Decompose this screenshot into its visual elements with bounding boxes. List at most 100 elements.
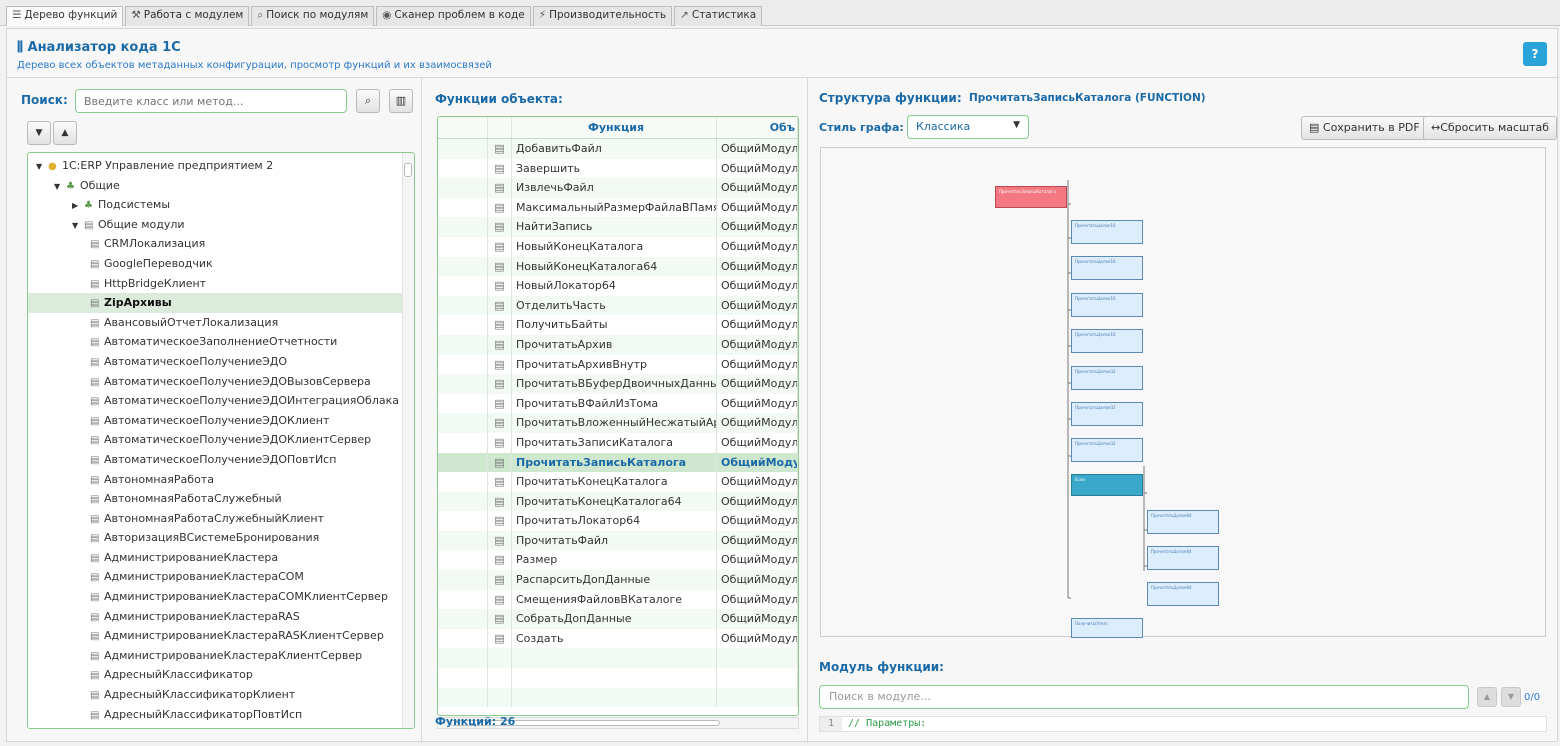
tree-item[interactable]: ▤ АвтономнаяРаботаСлужебный	[28, 489, 414, 509]
triangle-down-icon[interactable]: ▼	[36, 157, 48, 177]
clear-button[interactable]: ▥	[389, 89, 413, 113]
graph-node[interactable]: ПрочитатьЦелое64	[1147, 582, 1219, 606]
tab-6[interactable]: ↗ Статистика	[674, 6, 763, 26]
table-row[interactable]: ▤ ОтделитьЧасть ОбщийМодуль	[438, 295, 798, 316]
tab-5[interactable]: ⚡ Производительность	[532, 6, 673, 26]
table-row[interactable]: ▤ НовыйКонецКаталога ОбщийМодуль	[438, 236, 798, 257]
module-search-input[interactable]: Поиск в модуле...	[819, 685, 1469, 709]
triangle-down-icon[interactable]: ▼	[72, 216, 84, 236]
table-row[interactable]: ▤ ДобавитьФайл ОбщийМодуль	[438, 139, 798, 159]
tree-item[interactable]: ▤ CRMЛокализация	[28, 234, 414, 254]
graph-node[interactable]: ПрочитатьЦелое16	[1071, 293, 1143, 317]
grid-header-object[interactable]: Объ	[717, 117, 798, 138]
tree-item[interactable]: ▤ АдминистрированиеКластера	[28, 548, 414, 568]
prev-match-button[interactable]: ▲	[1477, 687, 1497, 707]
table-row[interactable]: ▤ МаксимальныйРазмерФайлаВПамяти ОбщийМоду…	[438, 197, 798, 218]
table-row[interactable]: ▤ НайтиЗапись ОбщийМодуль	[438, 217, 798, 237]
tab-1[interactable]: ☰ Дерево функций	[6, 6, 124, 26]
table-row[interactable]: ▤ Создать ОбщийМодуль	[438, 628, 798, 649]
tree-item[interactable]: ▤ АвансовыйОтчетЛокализация	[28, 313, 414, 333]
tree-item[interactable]: ▤ АвтоматическоеПолучениеЭДОИнтеграцияОбл…	[28, 391, 414, 411]
table-row[interactable]: ▤ ПрочитатьВложенныйНесжатыйАр... ОбщийМод…	[438, 413, 798, 433]
graph-node[interactable]: ПрочитатьЦелое64	[1147, 510, 1219, 534]
tree-item[interactable]: ▤ АдминистрированиеКластераRAS	[28, 607, 414, 627]
graph-node[interactable]: ПрочитатьЦелое64	[1147, 546, 1219, 570]
tree-scroll-thumb[interactable]	[404, 163, 412, 177]
table-row[interactable]: ▤ ПрочитатьКонецКаталога64 ОбщийМодуль	[438, 491, 798, 512]
tree-scrollbar[interactable]	[402, 153, 414, 728]
table-row[interactable]: ▤ РаспарситьДопДанные ОбщийМодуль	[438, 570, 798, 590]
tree-item[interactable]: ▤ АдминистрированиеКластераCOMКлиентСерве…	[28, 587, 414, 607]
tree-item[interactable]: ▼ ♣ Общие	[28, 176, 414, 196]
tree-item[interactable]: ▤ АдресныйКлассификаторПовтИсп	[28, 705, 414, 725]
tree-item[interactable]: ▤ АвтоматическоеПолучениеЭДОКлиент	[28, 411, 414, 431]
table-row[interactable]: ▤ СмещенияФайловВКаталоге ОбщийМодуль	[438, 589, 798, 610]
graph-node[interactable]: ПрочитатьЦелое16	[1071, 256, 1143, 280]
next-match-button[interactable]: ▼	[1501, 687, 1521, 707]
tree-item[interactable]: ▤ АвтоматическоеЗаполнениеОтчетности	[28, 332, 414, 352]
tree-item[interactable]: ▶ ♣ Подсистемы	[28, 195, 414, 215]
triangle-right-icon[interactable]: ▶	[72, 196, 84, 216]
search-button[interactable]: ⌕	[356, 89, 380, 113]
save-pdf-button[interactable]: ▤ Сохранить в PDF	[1301, 116, 1428, 140]
function-icon: ▤	[488, 334, 512, 355]
graph-style-select[interactable]: Классика ▼	[907, 115, 1029, 139]
function-icon: ▤	[488, 354, 512, 375]
function-name-cell: НовыйКонецКаталога	[512, 236, 717, 257]
tree-item[interactable]: ▤ АвтономнаяРабота	[28, 470, 414, 490]
tree-item[interactable]: ▤ АвтоматическоеПолучениеЭДО	[28, 352, 414, 372]
help-button[interactable]: ?	[1523, 42, 1547, 66]
graph-node[interactable]: ПрочитатьЦелое16	[1071, 220, 1143, 244]
graph-node[interactable]: ПрочитатьЦелое32	[1071, 366, 1143, 390]
functions-count: Функций: 26	[435, 715, 516, 728]
tree-item[interactable]: ▤ ZipАрхивы	[28, 293, 414, 313]
table-row[interactable]: ▤ ПрочитатьЗаписиКаталога ОбщийМодуль	[438, 432, 798, 453]
triangle-down-icon[interactable]: ▼	[54, 177, 66, 197]
graph-node[interactable]: Получить(Узел)	[1071, 618, 1143, 638]
graph-node[interactable]: ПрочитатьЦелое16	[1071, 329, 1143, 353]
tab-2[interactable]: ⚒ Работа с модулем	[125, 6, 250, 26]
tree-item[interactable]: ▤ АвтоматическоеПолучениеЭДОВызовСервера	[28, 372, 414, 392]
table-row[interactable]: ▤ Размер ОбщийМодуль	[438, 550, 798, 571]
tree-item[interactable]: ▤ HttpBridgeКлиент	[28, 274, 414, 294]
table-row[interactable]: ▤ ПрочитатьВБуферДвоичныхДанных ОбщийМодул…	[438, 374, 798, 394]
table-row[interactable]: ▤ ИзвлечьФайл ОбщийМодуль	[438, 178, 798, 198]
table-row[interactable]: ▤ ПолучитьБайты ОбщийМодуль	[438, 315, 798, 335]
tab-3[interactable]: ⌕ Поиск по модулям	[251, 6, 375, 26]
function-graph[interactable]: ПрочитатьЗаписьКаталога ПрочитатьЦелое16…	[820, 147, 1546, 638]
graph-node[interactable]: ПрочитатьЦелое32	[1071, 438, 1143, 462]
tree-item[interactable]: ▤ АдминистрированиеКластераКлиентСервер	[28, 646, 414, 666]
search-input[interactable]	[75, 89, 347, 113]
tree-item[interactable]: ▤ АвторизацияВСистемеБронирования	[28, 528, 414, 548]
table-row[interactable]: ▤ ПрочитатьКонецКаталога ОбщийМодуль	[438, 472, 798, 492]
table-row[interactable]: ▤ ПрочитатьВФайлИзТома ОбщийМодуль	[438, 393, 798, 414]
tree-item[interactable]: ▤ АвтоматическоеПолучениеЭДОКлиентСервер	[28, 430, 414, 450]
tree-item[interactable]: ▼ ▤ Общие модули	[28, 215, 414, 235]
tree-item[interactable]: ▤ АдминистрированиеКластераRASКлиентСерве…	[28, 626, 414, 646]
table-row[interactable]: ▤ ПрочитатьФайл ОбщийМодуль	[438, 530, 798, 551]
graph-node[interactable]: ПрочитатьЦелое32	[1071, 402, 1143, 426]
table-row[interactable]: ▤ПрочитатьЗаписьКаталогаОбщийМодул	[438, 452, 798, 473]
tree-item[interactable]: ▤ АвтоматическоеПолучениеЭДОПовтИсп	[28, 450, 414, 470]
tree-item[interactable]: ▤ АвтономнаяРаботаСлужебныйКлиент	[28, 509, 414, 529]
table-row[interactable]: ▤ НовыйЛокатор64 ОбщийМодуль	[438, 276, 798, 296]
expand-all-button[interactable]: ▼	[27, 121, 51, 145]
tab-4[interactable]: ◉ Сканер проблем в коде	[376, 6, 531, 26]
tree-item[interactable]: ▤ АдресныйКлассификаторКлиент	[28, 685, 414, 705]
table-row[interactable]: ▤ ПрочитатьЛокатор64 ОбщийМодуль	[438, 511, 798, 531]
graph-node-highlighted[interactable]: Если	[1071, 474, 1143, 496]
graph-node-root[interactable]: ПрочитатьЗаписьКаталога	[995, 186, 1067, 208]
table-row[interactable]: ▤ Завершить ОбщийМодуль	[438, 158, 798, 179]
tree-item[interactable]: ▼ ● 1С:ERP Управление предприятием 2	[28, 156, 414, 176]
table-row[interactable]: ▤ СобратьДопДанные ОбщийМодуль	[438, 609, 798, 629]
table-row[interactable]: ▤ НовыйКонецКаталога64 ОбщийМодуль	[438, 256, 798, 277]
table-row[interactable]: ▤ ПрочитатьАрхивВнутр ОбщийМодуль	[438, 354, 798, 375]
tree-item[interactable]: ▤ GoogleПереводчик	[28, 254, 414, 274]
tree-item[interactable]: ▤ АдминистрированиеКластераCOM	[28, 567, 414, 587]
tree-item[interactable]: ▤ АдресныйКлассификатор	[28, 665, 414, 685]
reset-scale-button[interactable]: ↔Сбросить масштаб	[1423, 116, 1558, 140]
collapse-all-button[interactable]: ▲	[53, 121, 77, 145]
code-viewer[interactable]: 1 // Параметры:	[819, 716, 1547, 732]
grid-header-function[interactable]: Функция	[512, 117, 717, 138]
table-row[interactable]: ▤ ПрочитатьАрхив ОбщийМодуль	[438, 334, 798, 355]
